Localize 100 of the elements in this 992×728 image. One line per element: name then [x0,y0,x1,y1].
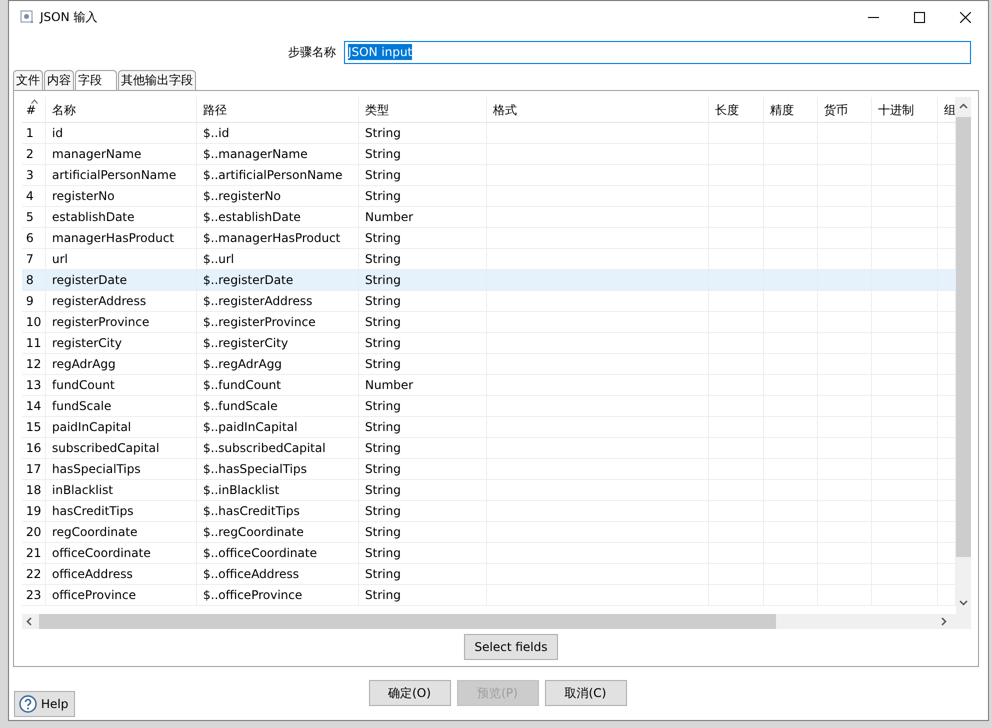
table-cell: id [46,123,197,144]
table-cell: $..fundScale [197,396,359,417]
row-number: 18 [22,480,46,501]
select-fields-button[interactable]: Select fields [464,634,558,660]
row-number: 2 [22,144,46,165]
table-row[interactable]: 2 managerName $..managerName String [22,144,956,165]
table-cell: $..hasCreditTips [197,501,359,522]
table-row[interactable]: 15 paidInCapital $..paidInCapital String [22,417,956,438]
table-cell: fundCount [46,375,197,396]
row-number: 3 [22,165,46,186]
table-cell: registerNo [46,186,197,207]
row-number: 20 [22,522,46,543]
scroll-up-icon[interactable] [959,103,968,109]
table-row[interactable]: 4 registerNo $..registerNo String [22,186,956,207]
column-header[interactable]: 路径 [197,97,359,123]
table-cell: $..regCoordinate [197,522,359,543]
table-cell: registerCity [46,333,197,354]
table-cell: String [359,333,487,354]
table-cell: $..officeAddress [197,564,359,585]
table-cell: $..officeProvince [197,585,359,606]
table-cell: Number [359,375,487,396]
table-cell: officeProvince [46,585,197,606]
table-row[interactable]: 16 subscribedCapital $..subscribedCapital String [22,438,956,459]
table-row[interactable]: 17 hasSpecialTips $..hasSpecialTips String [22,459,956,480]
close-icon[interactable] [960,12,970,22]
horizontal-scrollbar[interactable] [22,614,971,629]
table-row[interactable]: 18 inBlacklist $..inBlacklist String [22,480,956,501]
table-row[interactable]: 6 managerHasProduct $..managerHasProduct String [22,228,956,249]
dialog-button[interactable]: 确定(O) [368,680,450,706]
table-cell: regAdrAgg [46,354,197,375]
table-cell: managerHasProduct [46,228,197,249]
column-header[interactable]: 名称 [46,97,197,123]
table-cell: String [359,438,487,459]
table-cell: officeAddress [46,564,197,585]
scroll-left-icon[interactable] [26,617,32,626]
column-header[interactable]: 长度 [709,97,764,123]
table-row[interactable]: 20 regCoordinate $..regCoordinate String [22,522,956,543]
table-cell: $..id [197,123,359,144]
table-cell: fundScale [46,396,197,417]
table-cell: $..establishDate [197,207,359,228]
table-row[interactable]: 5 establishDate $..establishDate Number [22,207,956,228]
column-header[interactable]: 货币 [818,97,872,123]
table-cell: String [359,123,487,144]
row-number: 22 [22,564,46,585]
maximize-icon[interactable] [914,12,924,22]
table-row[interactable]: 14 fundScale $..fundScale String [22,396,956,417]
table-row[interactable]: 13 fundCount $..fundCount Number [22,375,956,396]
tab[interactable]: 文件 [13,70,43,90]
tab[interactable]: 内容 [44,70,74,90]
column-header[interactable]: 十进制 [872,97,938,123]
column-header[interactable]: 格式 [487,97,709,123]
table-cell: Number [359,207,487,228]
row-number: 6 [22,228,46,249]
table-cell: $..registerAddress [197,291,359,312]
table-cell: $..inBlacklist [197,480,359,501]
table-row[interactable]: 23 officeProvince $..officeProvince String [22,585,956,606]
table-cell: $..managerName [197,144,359,165]
minimize-icon[interactable] [868,16,878,18]
row-number: 14 [22,396,46,417]
scroll-down-icon[interactable] [959,600,968,606]
dialog-button[interactable]: 取消(C) [544,680,626,706]
help-button[interactable]: Help [14,691,76,717]
table-cell: String [359,144,487,165]
table-cell: String [359,480,487,501]
sort-icon [31,99,38,104]
tab[interactable]: 字段 [75,70,117,90]
table-cell: hasCreditTips [46,501,197,522]
column-header[interactable]: 精度 [764,97,818,123]
table-cell: paidInCapital [46,417,197,438]
table-row[interactable]: 21 officeCoordinate $..officeCoordinate String [22,543,956,564]
column-header[interactable]: 类型 [359,97,487,123]
tab[interactable]: 其他输出字段 [118,70,196,90]
table-cell: $..artificialPersonName [197,165,359,186]
table-cell: String [359,354,487,375]
table-cell: $..hasSpecialTips [197,459,359,480]
table-cell: String [359,186,487,207]
table-cell: $..registerProvince [197,312,359,333]
row-number: 21 [22,543,46,564]
table-cell: managerName [46,144,197,165]
row-number: 1 [22,123,46,144]
table-row[interactable]: 12 regAdrAgg $..regAdrAgg String [22,354,956,375]
vertical-scrollbar[interactable] [956,97,971,614]
table-row[interactable]: 10 registerProvince $..registerProvince String [22,312,956,333]
column-header[interactable]: # [22,97,46,123]
table-row[interactable]: 11 registerCity $..registerCity String [22,333,956,354]
table-row[interactable]: 9 registerAddress $..registerAddress String [22,291,956,312]
table-cell: regCoordinate [46,522,197,543]
table-cell: $..officeCoordinate [197,543,359,564]
help-icon [19,695,37,713]
step-name-field[interactable]: JSON input [344,40,971,64]
table-row[interactable]: 22 officeAddress $..officeAddress String [22,564,956,585]
table-cell: String [359,165,487,186]
row-number: 17 [22,459,46,480]
scroll-right-icon[interactable] [941,617,947,626]
table-row[interactable]: 3 artificialPersonName $..artificialPersonName String [22,165,956,186]
table-row[interactable]: 1 id $..id String [22,123,956,144]
table-row[interactable]: 8 registerDate $..registerDate String [22,270,956,291]
window-title: JSON 输入 [40,8,98,26]
table-cell: subscribedCapital [46,438,197,459]
table-row[interactable]: 19 hasCreditTips $..hasCreditTips String [22,501,956,522]
